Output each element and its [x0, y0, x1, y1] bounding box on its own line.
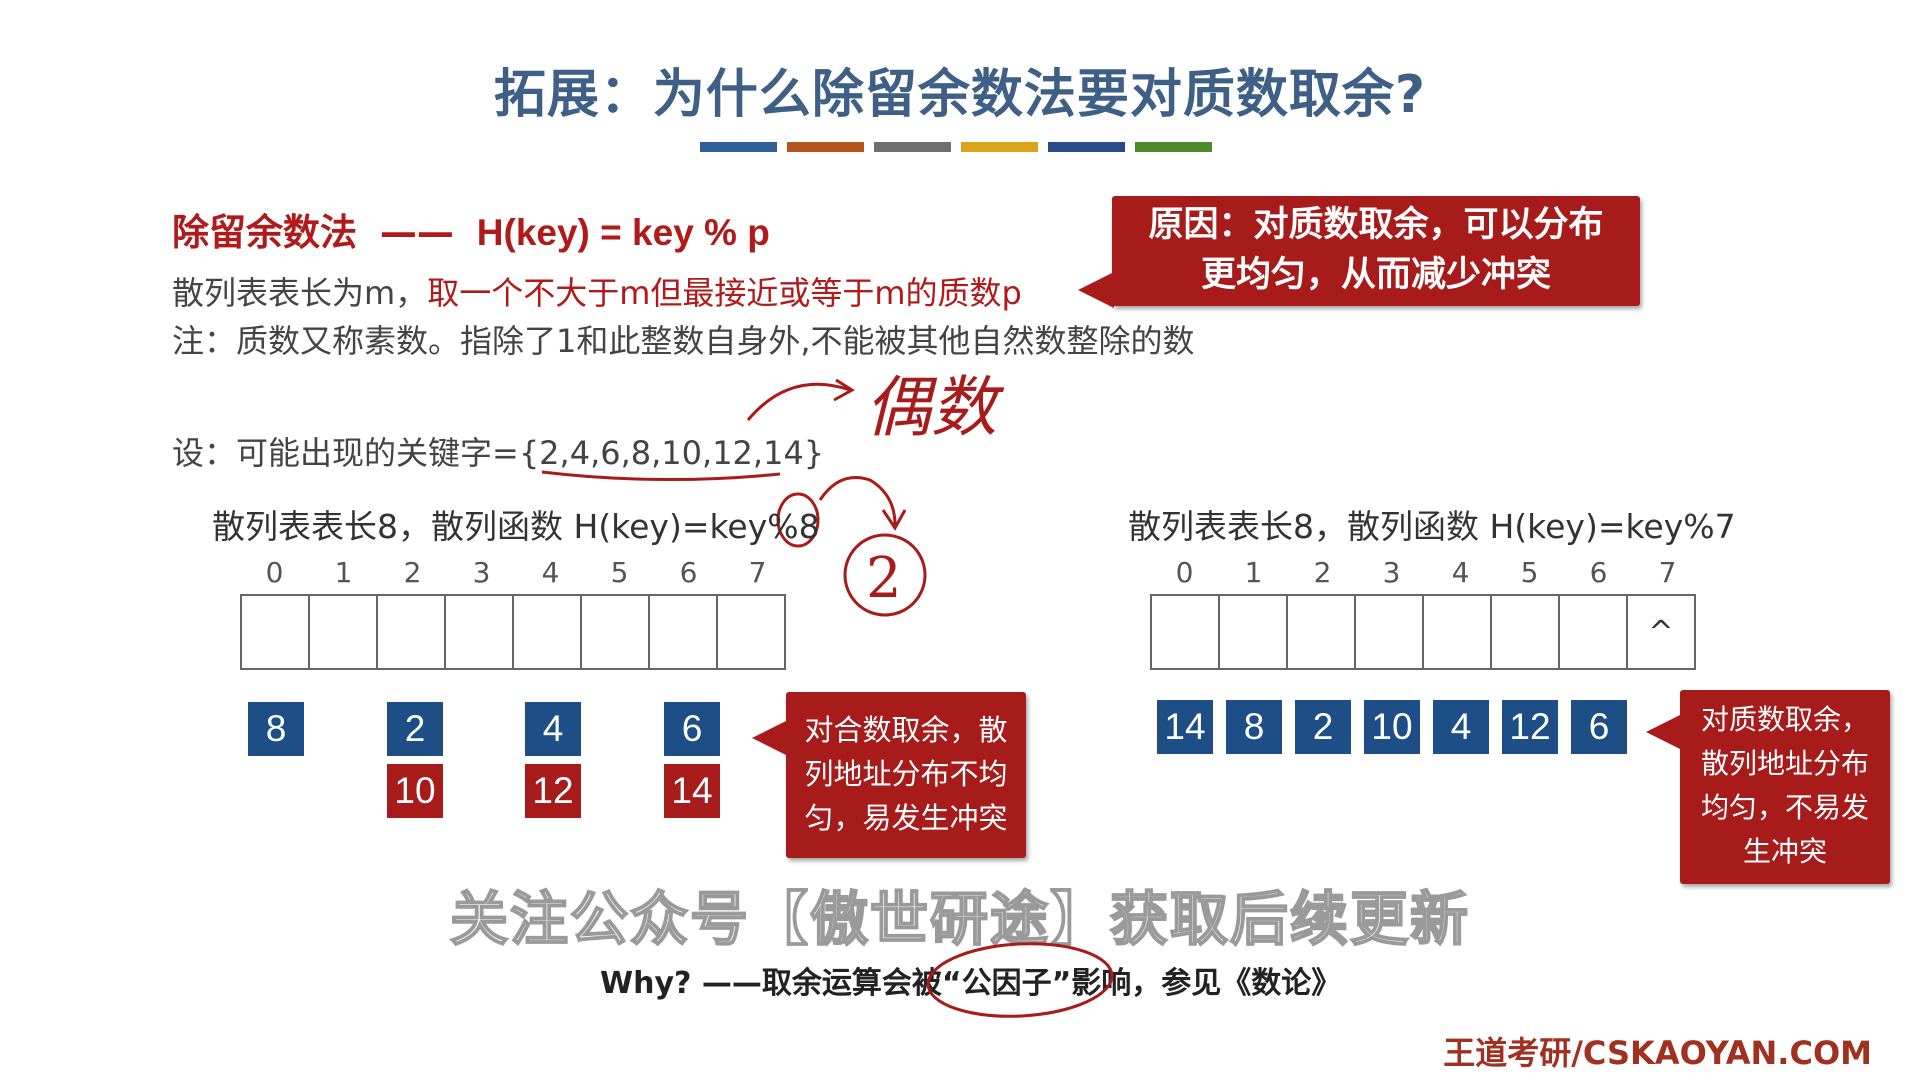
left-hash-table — [240, 594, 786, 670]
prime-line1: 对质数取余， — [1700, 703, 1869, 736]
index-label: 5 — [610, 556, 629, 589]
left-index-row: 0 1 2 3 4 5 6 7 — [240, 556, 792, 589]
callout-pointer — [752, 720, 788, 756]
left-table-label: 散列表表长8，散列函数 H(key)=key%8 — [212, 507, 820, 546]
color-bar-5 — [1048, 142, 1125, 152]
color-bar-6 — [1135, 142, 1212, 152]
key-box: 10 — [1364, 700, 1420, 754]
key-box: 8 — [1226, 700, 1282, 754]
index-label: 0 — [265, 556, 284, 589]
key-box: 2 — [387, 702, 443, 756]
page-title: 拓展：为什么除留余数法要对质数取余? — [493, 65, 1427, 125]
callout-pointer — [1646, 714, 1682, 750]
collision-key-box: 12 — [525, 764, 581, 818]
right-table-label: 散列表表长8，散列函数 H(key)=key%7 — [1128, 507, 1736, 546]
prime-line4: 生冲突 — [1742, 835, 1827, 868]
key-box: 8 — [248, 702, 304, 756]
table-cell — [650, 596, 718, 668]
index-label: 6 — [1589, 556, 1608, 589]
table-cell — [718, 596, 786, 668]
color-bar-1 — [700, 142, 777, 152]
composite-line3: 匀，易发生冲突 — [804, 801, 1008, 835]
right-hash-table: ^ — [1150, 594, 1696, 670]
index-label: 2 — [1313, 556, 1332, 589]
key-box: 14 — [1157, 700, 1213, 754]
color-bar-2 — [787, 142, 864, 152]
index-label: 1 — [1244, 556, 1263, 589]
key-box: 12 — [1502, 700, 1558, 754]
index-label: 4 — [541, 556, 560, 589]
index-label: 6 — [679, 556, 698, 589]
index-label: 3 — [1382, 556, 1401, 589]
prime-callout: 对质数取余， 散列地址分布 均匀，不易发 生冲突 — [1646, 690, 1890, 884]
composite-callout: 对合数取余，散 列地址分布不均 匀，易发生冲突 — [752, 692, 1026, 858]
key-box: 6 — [664, 702, 720, 756]
color-bar-4 — [961, 142, 1038, 152]
table-cell — [1152, 596, 1220, 668]
color-bar-3 — [874, 142, 951, 152]
index-label: 3 — [472, 556, 491, 589]
index-label: 2 — [403, 556, 422, 589]
index-label: 4 — [1451, 556, 1470, 589]
table-cell — [446, 596, 514, 668]
key-box: 2 — [1295, 700, 1351, 754]
table-cell — [582, 596, 650, 668]
key-box: 4 — [1433, 700, 1489, 754]
reason-line2: 更均匀，从而减少冲突 — [1200, 255, 1551, 295]
table-cell — [1288, 596, 1356, 668]
index-label: 1 — [334, 556, 353, 589]
composite-line2: 列地址分布不均 — [804, 757, 1008, 791]
handwritten-two: 2 — [866, 546, 902, 611]
table-length-note: 散列表表长为m，取一个不大于m但最接近或等于m的质数p — [172, 268, 1022, 314]
collision-key-box: 10 — [387, 764, 443, 818]
index-label: 7 — [748, 556, 767, 589]
table-cell — [514, 596, 582, 668]
line1-prefix: 散列表表长为m， — [172, 274, 428, 312]
index-label: 0 — [1175, 556, 1194, 589]
method-name: 除留余数法 — [172, 211, 357, 254]
key-box: 6 — [1571, 700, 1627, 754]
prime-line3: 均匀，不易发 — [1700, 791, 1869, 824]
handwritten-circle — [926, 942, 1114, 1018]
index-label: 7 — [1658, 556, 1677, 589]
collision-key-box: 14 — [664, 764, 720, 818]
table-cell — [1424, 596, 1492, 668]
composite-line1: 对合数取余，散 — [804, 713, 1008, 747]
callout-pointer — [1078, 272, 1114, 308]
brand-footer: 王道考研/CSKAOYAN.COM — [1443, 1034, 1872, 1072]
table-cell — [1560, 596, 1628, 668]
table-cell — [1220, 596, 1288, 668]
prime-line2: 散列地址分布 — [1700, 747, 1869, 780]
table-cell — [1492, 596, 1560, 668]
table-cell: ^ — [1628, 596, 1696, 668]
method-heading: 除留余数法 —— H(key) = key % p — [172, 202, 770, 256]
table-cell — [378, 596, 446, 668]
method-dash: —— — [379, 211, 454, 254]
reason-callout: 原因：对质数取余，可以分布 更均匀，从而减少冲突 — [1078, 196, 1640, 308]
handwritten-even: 偶数 — [865, 369, 1005, 446]
reason-line1: 原因：对质数取余，可以分布 — [1148, 205, 1604, 245]
table-cell — [310, 596, 378, 668]
key-box: 4 — [525, 702, 581, 756]
line1-highlight: 取一个不大于m但最接近或等于m的质数p — [427, 274, 1022, 312]
method-formula: H(key) = key % p — [476, 212, 770, 253]
table-cell — [242, 596, 310, 668]
table-cell — [1356, 596, 1424, 668]
right-index-row: 0 1 2 3 4 5 6 7 — [1150, 556, 1702, 589]
index-label: 5 — [1520, 556, 1539, 589]
